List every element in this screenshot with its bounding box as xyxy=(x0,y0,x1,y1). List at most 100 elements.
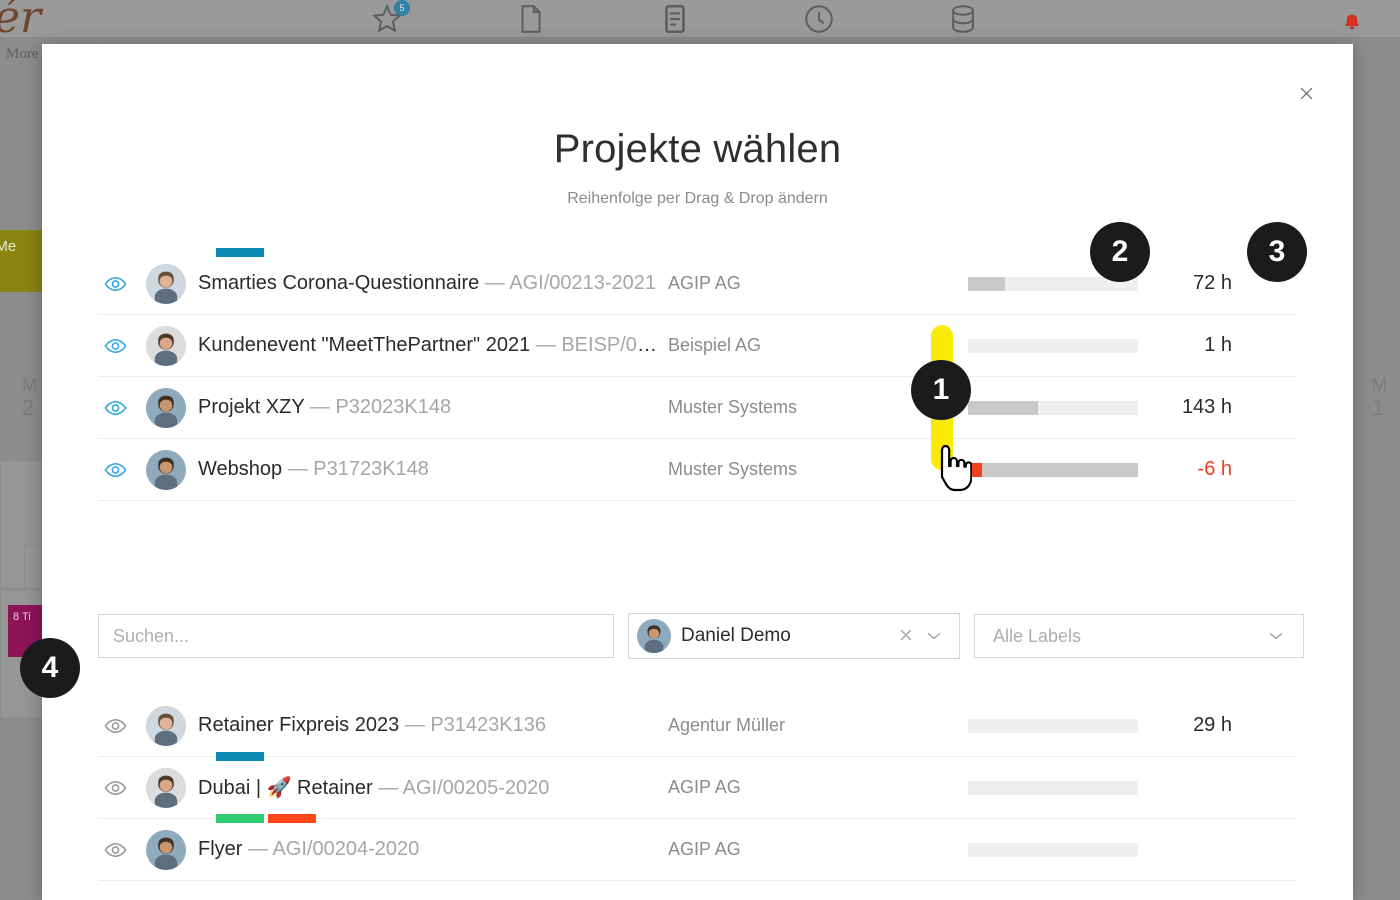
project-hours: 72 h xyxy=(1193,272,1232,294)
progress-bar xyxy=(968,842,1138,857)
project-title: Projekt XZY xyxy=(198,396,305,418)
project-dash: — xyxy=(378,777,399,799)
person-filter[interactable]: Daniel Demo ✕ xyxy=(628,613,960,659)
label-tag xyxy=(216,814,264,823)
annotation-badge-4: 4 xyxy=(20,638,80,698)
search-field-wrapper[interactable] xyxy=(98,614,614,658)
project-title: Flyer xyxy=(198,838,243,860)
labels-filter[interactable]: Alle Labels xyxy=(974,614,1304,658)
progress-bar xyxy=(968,400,1138,415)
star-badge: 5 xyxy=(394,0,410,16)
project-row[interactable]: Projekt XZY — P32023K148 Muster Systems 14… xyxy=(98,377,1297,439)
close-icon[interactable] xyxy=(1289,76,1323,110)
project-label-tags xyxy=(216,814,316,823)
project-company: Beispiel AG xyxy=(668,335,762,355)
labels-filter-value: Alle Labels xyxy=(993,625,1082,646)
page-subtitle: Reihenfolge per Drag & Drop ändern xyxy=(567,190,828,207)
project-code: BEISP/00200-2… xyxy=(561,334,668,356)
project-hours: 1 h xyxy=(1204,334,1232,356)
project-title: Dubai | 🚀 Retainer xyxy=(198,777,373,799)
label-tag xyxy=(268,814,316,823)
eye-icon[interactable] xyxy=(98,276,146,292)
avatar xyxy=(146,387,186,428)
label-tag xyxy=(216,752,264,761)
project-hours: 143 h xyxy=(1181,396,1232,418)
filter-bar: Daniel Demo ✕ Alle Labels xyxy=(98,613,1304,659)
progress-bar xyxy=(968,780,1138,795)
clock-icon[interactable] xyxy=(802,2,836,36)
screen-root: "Me 8 Ti M 2 M 1 ér More 5 xyxy=(0,0,1400,900)
project-row[interactable]: Webshop — P31723K148 Muster Systems -6 h xyxy=(98,439,1297,501)
progress-bar xyxy=(968,338,1138,353)
annotation-badge-2: 2 xyxy=(1090,222,1150,282)
eye-icon[interactable] xyxy=(98,462,146,478)
project-name: Retainer Fixpreis 2023 — P31423K136 xyxy=(198,714,668,737)
progress-bar-wrapper xyxy=(968,462,1138,477)
avatar xyxy=(637,619,671,653)
project-code: P31423K136 xyxy=(430,714,547,736)
project-code: P31723K148 xyxy=(313,458,429,480)
project-label-tags xyxy=(216,248,264,257)
progress-bar-wrapper xyxy=(968,718,1138,733)
list-icon[interactable] xyxy=(658,2,692,36)
project-row[interactable]: Dubai | 🚀 Retainer — AGI/00205-2020 AGIP … xyxy=(98,752,1297,819)
avatar xyxy=(146,767,186,808)
project-name: Flyer — AGI/00204-2020 xyxy=(198,838,668,861)
background-col-left-2: 2 xyxy=(22,395,35,420)
project-row[interactable]: Kundenevent "MeetThePartner" 2021 — BEIS… xyxy=(98,315,1297,377)
eye-icon[interactable] xyxy=(98,718,146,734)
project-row[interactable]: Retainer Fixpreis 2023 — P31423K136 Agent… xyxy=(98,695,1297,757)
available-project-list: Retainer Fixpreis 2023 — P31423K136 Agent… xyxy=(98,695,1297,881)
project-name: Webshop — P31723K148 xyxy=(198,458,668,481)
toolbar-icon-group: 5 xyxy=(370,0,980,38)
avatar xyxy=(146,325,186,366)
project-code: AGI/00213-2021 xyxy=(509,272,657,294)
project-code: AGI/00204-2020 xyxy=(272,838,420,860)
project-dash: — xyxy=(404,714,425,736)
project-dash: — xyxy=(309,396,330,418)
database-icon[interactable] xyxy=(946,2,980,36)
bell-icon[interactable] xyxy=(1342,12,1362,34)
project-title: Webshop xyxy=(198,458,283,480)
label-tag xyxy=(216,248,264,257)
project-row[interactable]: Flyer — AGI/00204-2020 AGIP AG xyxy=(98,814,1297,881)
chevron-down-icon[interactable] xyxy=(1261,631,1291,641)
project-name: Smarties Corona-Questionnaire — AGI/0021… xyxy=(198,272,668,295)
eye-icon[interactable] xyxy=(98,842,146,858)
progress-bar xyxy=(968,462,1138,477)
project-company: AGIP AG xyxy=(668,273,741,293)
project-dash: — xyxy=(535,334,556,356)
progress-bar-wrapper xyxy=(968,338,1138,353)
project-name: Projekt XZY — P32023K148 xyxy=(198,396,668,419)
cursor-pointer-icon xyxy=(928,444,972,492)
annotation-badge-3: 3 xyxy=(1247,222,1307,282)
project-company: AGIP AG xyxy=(668,777,741,797)
clear-person-icon[interactable]: ✕ xyxy=(893,625,919,648)
progress-bar-wrapper xyxy=(968,842,1138,857)
project-hours: -6 h xyxy=(1197,458,1232,480)
project-name: Kundenevent "MeetThePartner" 2021 — BEIS… xyxy=(198,334,668,357)
project-code: AGI/00205-2020 xyxy=(402,777,550,799)
project-select-modal: Projekte wählen Reihenfolge per Drag & D… xyxy=(42,44,1353,900)
progress-bar-wrapper xyxy=(968,400,1138,415)
star-icon[interactable]: 5 xyxy=(370,0,410,36)
page-title: Projekte wählen xyxy=(553,127,842,171)
chevron-down-icon[interactable] xyxy=(919,631,949,641)
avatar xyxy=(146,829,186,870)
eye-icon[interactable] xyxy=(98,780,146,796)
project-title: Smarties Corona-Questionnaire xyxy=(198,272,480,294)
search-input[interactable] xyxy=(113,625,599,647)
document-icon[interactable] xyxy=(514,2,548,36)
background-col-right-2: 1 xyxy=(1372,395,1385,420)
project-company: Muster Systems xyxy=(668,459,798,479)
project-company: AGIP AG xyxy=(668,839,741,859)
app-logo-subtitle: More xyxy=(6,46,39,62)
eye-icon[interactable] xyxy=(98,338,146,354)
project-dash: — xyxy=(248,838,269,860)
eye-icon[interactable] xyxy=(98,400,146,416)
avatar xyxy=(146,705,186,746)
project-hours: 29 h xyxy=(1193,714,1232,736)
progress-bar-wrapper xyxy=(968,780,1138,795)
project-dash: — xyxy=(484,272,505,294)
annotation-badge-1: 1 xyxy=(911,360,971,420)
